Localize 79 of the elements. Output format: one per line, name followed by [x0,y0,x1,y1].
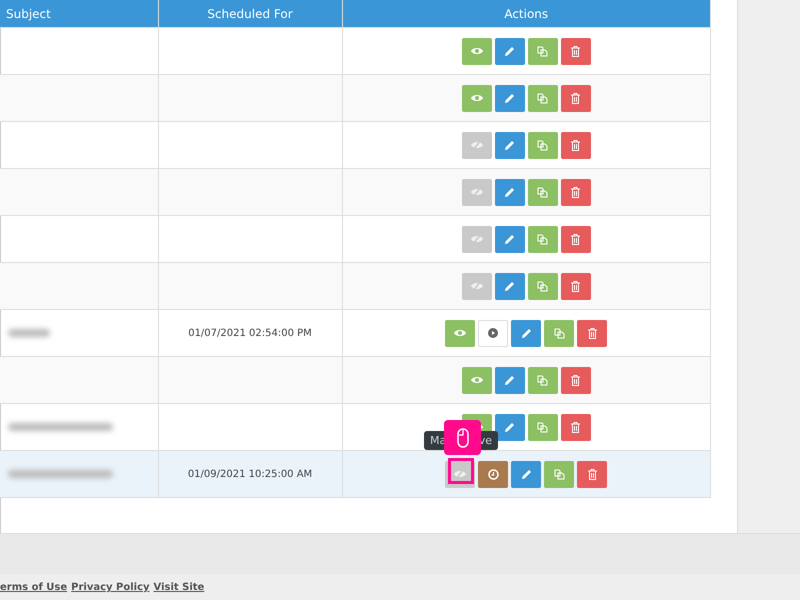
copy-icon [537,234,548,244]
copy-button[interactable] [544,320,574,346]
hidden-button[interactable] [462,132,492,158]
eye-icon [470,47,483,55]
copy-button[interactable] [528,226,558,252]
pencil-icon [504,422,516,432]
edit-button[interactable] [494,414,525,440]
schedule-button[interactable] [478,460,508,488]
copy-button[interactable] [528,38,558,64]
pencil-icon [520,468,532,480]
eye-slash-icon [470,140,483,150]
copy-icon [537,422,548,432]
pencil-icon [504,186,516,198]
trash-icon [571,46,580,56]
play-button[interactable] [478,320,508,346]
footer-link[interactable]: Privacy Policy [71,582,150,593]
delete-button[interactable] [560,84,591,112]
view-button[interactable] [462,366,492,394]
copy-icon [537,374,548,386]
column-header: Subject [0,0,158,28]
pencil-icon [504,46,516,56]
delete-button[interactable] [560,272,591,300]
delete-button[interactable] [577,320,608,346]
delete-button[interactable] [577,460,608,488]
trash-icon [571,280,580,292]
view-button[interactable] [462,38,492,64]
delete-button[interactable] [560,414,591,440]
copy-icon [537,186,548,198]
highlight-frame [448,458,474,484]
pencil-icon [520,328,532,338]
play-icon [488,328,498,338]
delete-button[interactable] [560,226,591,252]
column-header: Scheduled For [158,0,342,28]
table-cell: 01/07/2021 02:54:00 PM [188,328,312,338]
copy-button[interactable] [528,178,558,206]
eye-slash-icon [470,234,483,244]
copy-icon [537,280,548,292]
mouse-icon [444,420,481,455]
eye-icon [454,329,466,337]
copy-icon [537,140,548,150]
copy-icon [554,468,565,480]
eye-slash-icon [454,469,466,479]
delete-button[interactable] [560,178,591,206]
delete-button[interactable] [560,38,591,64]
delete-button[interactable] [560,132,591,158]
trash-icon [571,374,580,386]
eye-icon [470,376,483,384]
trash-icon [588,468,597,480]
clock-icon [488,468,499,480]
view-button[interactable] [462,84,492,112]
pencil-icon [504,140,516,150]
column-header: Actions [342,0,710,28]
copy-button[interactable] [528,84,558,112]
eye-slash-icon [470,187,483,197]
copy-button[interactable] [528,132,558,158]
footer-link[interactable]: erms of Use [0,582,68,593]
trash-icon [571,234,580,244]
pencil-icon [504,234,516,244]
pencil-icon [504,280,516,292]
blurred-text [8,329,50,337]
trash-icon [571,92,580,104]
copy-icon [554,328,565,338]
pencil-icon [504,374,516,386]
copy-button[interactable] [528,366,558,394]
delete-button[interactable] [560,366,591,394]
footer-link[interactable]: Visit Site [154,582,204,593]
copy-icon [537,46,548,56]
copy-icon [537,92,548,104]
trash-icon [571,422,580,432]
hidden-button[interactable] [462,226,492,252]
trash-icon [571,140,580,150]
copy-button[interactable] [528,272,558,300]
table-cell: 01/09/2021 10:25:00 AM [188,468,312,480]
eye-icon [470,94,483,102]
pencil-icon [504,92,516,104]
trash-icon [571,186,580,198]
trash-icon [588,328,597,338]
copy-button[interactable] [544,460,574,488]
eye-slash-icon [470,281,483,291]
